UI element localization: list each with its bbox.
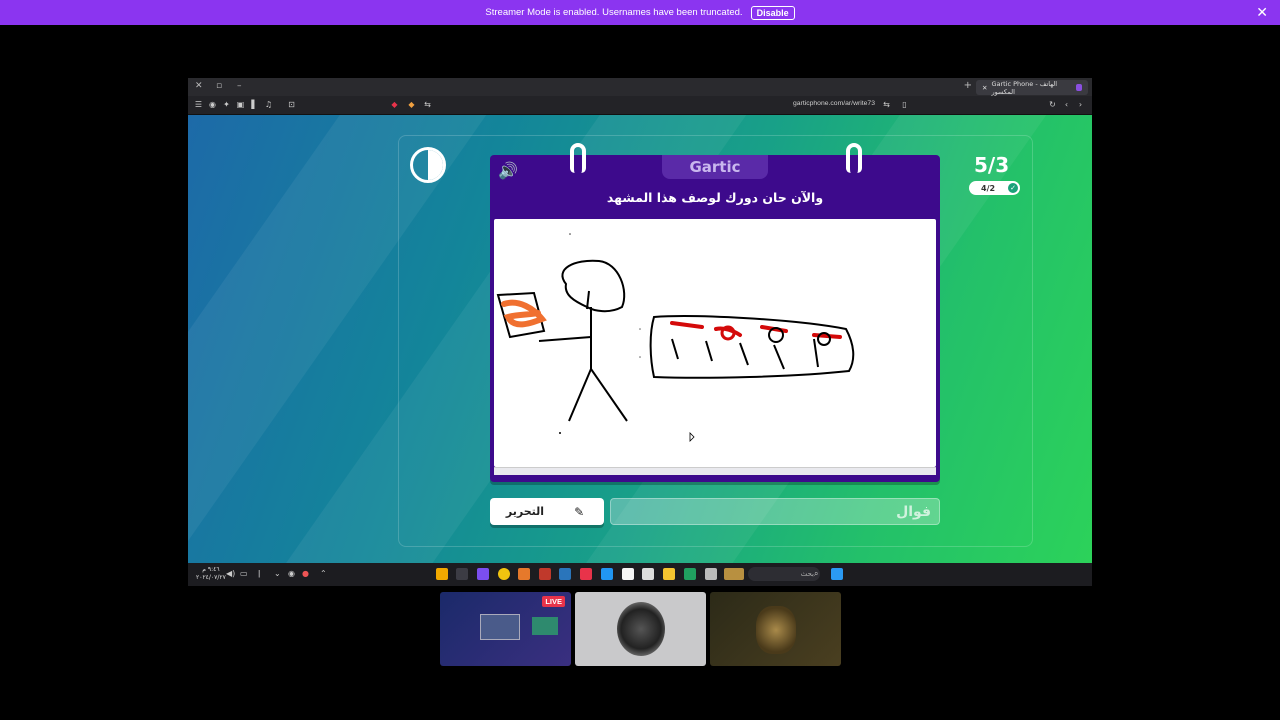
camera-thumbnail[interactable] [575, 592, 706, 666]
disable-streamer-mode-button[interactable]: Disable [750, 5, 795, 20]
taskbar-clock: ٩:٤٦ م ٢٠٢٤/٠٧/٢٧ [196, 566, 226, 582]
sidebar-icon[interactable]: ▌ [250, 100, 259, 109]
music-icon[interactable]: ♫ [264, 100, 273, 109]
adblock-icon[interactable]: ◆ [390, 100, 399, 109]
app-icon[interactable] [684, 568, 696, 580]
tab-title: Gartic Phone - الهاتف المكسور [991, 79, 1058, 96]
share-icon[interactable]: ⇆ [882, 100, 891, 109]
streamer-mode-banner: Streamer Mode is enabled. Usernames have… [0, 0, 1280, 25]
app-icon[interactable] [539, 568, 551, 580]
brave-shield-icon[interactable]: ◆ [407, 100, 416, 109]
document-icon[interactable] [622, 568, 634, 580]
app-icon[interactable] [477, 568, 489, 580]
card-ring [570, 143, 586, 173]
camera-thumbnail[interactable] [710, 592, 841, 666]
new-tab-icon[interactable]: + [964, 80, 972, 91]
app-icon[interactable] [724, 568, 744, 580]
shield-icon[interactable]: ◉ [208, 100, 217, 109]
gartic-logo: Gartic [662, 155, 768, 179]
minimize-window-icon[interactable]: – [237, 81, 242, 91]
banner-message: Streamer Mode is enabled. Usernames have… [485, 7, 743, 18]
tab-close-icon[interactable]: ✕ [982, 84, 987, 92]
thumbnail-screen [480, 614, 520, 640]
clock-date: ٢٠٢٤/٠٧/٢٧ [196, 574, 226, 581]
mic-tray-icon[interactable]: ⌄ [274, 569, 281, 578]
players-done-count: 4/2 [981, 183, 996, 193]
translate-icon[interactable]: ⇆ [423, 100, 432, 109]
gartic-phone-page: 5/3 4/2 ✓ 🔊 Gartic والآن حان دورك لوصف ه… [188, 115, 1092, 563]
app-tray-icon[interactable]: ◉ [288, 569, 295, 578]
edit-label: التحرير [505, 505, 545, 518]
clock-time: ٩:٤٦ م [202, 566, 220, 573]
pencil-icon: ✎ [574, 504, 585, 519]
folder-icon[interactable] [663, 568, 675, 580]
tab-bar: ✕ ▫ – + ✕ Gartic Phone - الهاتف المكسور [188, 78, 1092, 96]
prompt-text: والآن حان دورك لوصف هذا المشهد [606, 190, 824, 205]
gartic-favicon-icon [1075, 84, 1082, 91]
browser-window: ✕ ▫ – + ✕ Gartic Phone - الهاتف المكسور … [188, 78, 1092, 586]
drawing-card: 🔊 Gartic والآن حان دورك لوصف هذا المشهد [490, 143, 940, 482]
round-counter: 5/3 [974, 153, 1010, 177]
app-icon[interactable] [642, 568, 654, 580]
speaker-icon[interactable]: 🔊 [498, 161, 518, 180]
app-icon[interactable] [456, 568, 468, 580]
close-window-icon[interactable]: ✕ [195, 81, 203, 91]
app-icon[interactable] [498, 568, 510, 580]
reload-icon[interactable]: ↻ [1048, 100, 1057, 109]
thumbnail-panel [532, 617, 558, 635]
avatar [756, 606, 796, 654]
app-icon[interactable] [436, 568, 448, 580]
live-badge: LIVE [542, 596, 565, 607]
restore-window-icon[interactable]: ▫ [216, 81, 222, 91]
app-icon[interactable] [559, 568, 571, 580]
windows-taskbar: ٩:٤٦ م ٢٠٢٤/٠٧/٢٧ ◀) ▭ ǀ ⌄ ◉ ● ⌃ بحث ⌕ [188, 563, 1092, 586]
back-icon[interactable]: ‹ [1062, 100, 1071, 109]
bookmark-icon[interactable]: ▯ [900, 100, 909, 109]
menu-icon[interactable]: ☰ [194, 100, 203, 109]
timer-icon [410, 147, 446, 183]
chevron-up-icon[interactable]: ⌃ [320, 569, 327, 578]
screenshot-icon[interactable]: ▣ [236, 100, 245, 109]
card-page-edges [494, 467, 936, 475]
drawing-canvas [494, 219, 936, 467]
browser-app-icon[interactable] [580, 568, 592, 580]
close-icon[interactable]: ✕ [1256, 4, 1268, 21]
players-done-badge: 4/2 ✓ [969, 181, 1020, 195]
card-ring [846, 143, 862, 173]
volume-icon[interactable]: ◀) [226, 569, 235, 578]
record-icon[interactable]: ● [302, 569, 309, 578]
edit-button[interactable]: التحرير ✎ [490, 498, 604, 525]
mic-icon[interactable]: ǀ [258, 569, 260, 578]
stream-thumbnail-live[interactable]: LIVE [440, 592, 571, 666]
app-icon[interactable] [705, 568, 717, 580]
tab-gartic-phone[interactable]: ✕ Gartic Phone - الهاتف المكسور [976, 79, 1088, 96]
forward-icon[interactable]: › [1076, 100, 1085, 109]
network-icon[interactable]: ▭ [240, 569, 248, 578]
pip-icon[interactable]: ⊡ [287, 100, 296, 109]
avatar [617, 602, 665, 656]
browser-toolbar: ☰ ◉ ✦ ▣ ▌ ♫ ⊡ ◆ ◆ ⇆ garticphone.com/ar/w… [188, 96, 1092, 115]
answer-input[interactable] [611, 499, 939, 524]
windows-start-icon[interactable] [831, 568, 843, 580]
extension-icon[interactable]: ✦ [222, 100, 231, 109]
app-icon[interactable] [601, 568, 613, 580]
answer-field[interactable] [610, 498, 940, 525]
app-icon[interactable] [518, 568, 530, 580]
check-icon: ✓ [1008, 183, 1018, 193]
drawing-image [496, 233, 855, 442]
search-icon[interactable]: ⌕ [814, 569, 818, 579]
address-bar[interactable]: garticphone.com/ar/write73 [793, 100, 875, 107]
taskbar-search[interactable]: بحث [748, 567, 820, 581]
